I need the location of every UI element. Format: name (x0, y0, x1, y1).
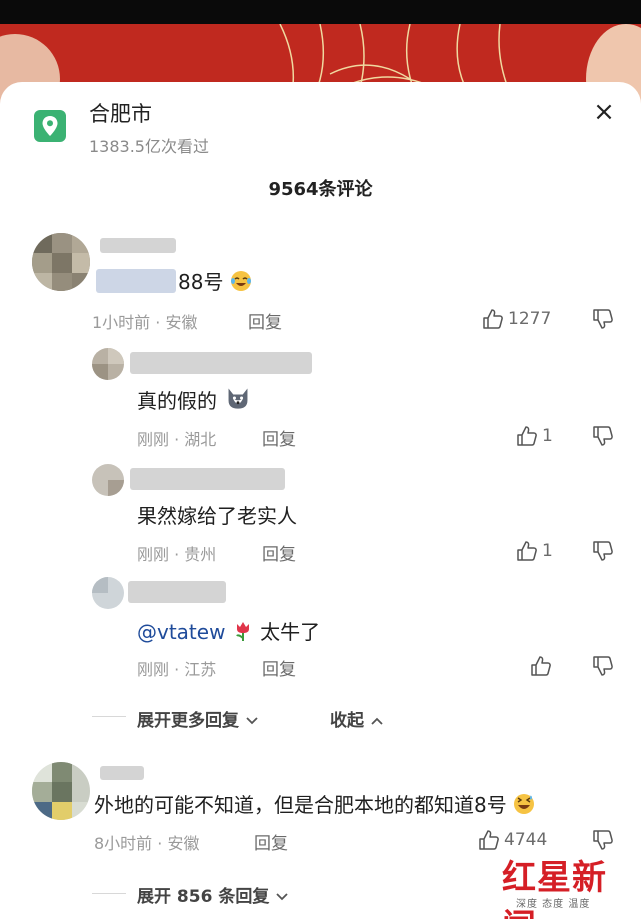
chevron-down-icon (276, 893, 288, 901)
husky-dog-emoji-icon (228, 388, 248, 409)
like-button[interactable]: 1 (516, 540, 553, 562)
avatar[interactable] (92, 577, 124, 609)
thumbs-up-icon (517, 426, 537, 446)
comment-time-location: 1小时前 · 安徽 (92, 313, 198, 332)
expand-more-replies-button[interactable]: 展开更多回复 (137, 706, 259, 731)
thumbs-down-icon[interactable] (592, 425, 614, 447)
like-count: 1 (542, 541, 553, 561)
reply-text: 果然嫁给了老实人 (137, 504, 297, 528)
username-redacted (128, 581, 226, 603)
chevron-down-icon (246, 717, 258, 725)
comment-text: 外地的可能不知道，但是合肥本地的都知道8号 (94, 789, 535, 818)
avatar[interactable] (32, 233, 90, 291)
avatar[interactable] (92, 348, 124, 380)
thumbs-up-icon (517, 541, 537, 561)
avatar[interactable] (92, 464, 124, 496)
laughing-tears-emoji-icon (230, 271, 251, 291)
like-button[interactable]: 1 (516, 425, 553, 447)
like-count: 1277 (508, 309, 552, 329)
like-count: 4744 (504, 830, 548, 850)
like-button[interactable] (530, 655, 552, 677)
reply-time-location: 刚刚 · 江苏 (137, 660, 217, 679)
reply-button[interactable]: 回复 (254, 829, 288, 854)
thumbs-down-icon[interactable] (592, 540, 614, 562)
reply-time-location: 刚刚 · 湖北 (137, 430, 217, 449)
reply-button[interactable]: 回复 (262, 655, 296, 680)
laughing-sweat-emoji-icon (514, 794, 535, 814)
mention-link[interactable]: @vtatew (137, 620, 225, 644)
thumbs-down-icon[interactable] (592, 829, 614, 851)
thumbs-up-icon (479, 830, 499, 850)
reply-text: 真的假的 (137, 385, 253, 414)
close-button[interactable]: × (590, 98, 618, 126)
thumbs-down-icon[interactable] (592, 655, 614, 677)
divider (92, 893, 126, 894)
reply-button[interactable]: 回复 (248, 308, 282, 333)
divider (92, 716, 126, 717)
like-button[interactable]: 4744 (478, 829, 547, 851)
username-redacted (100, 238, 176, 253)
comment-text: 88号 (178, 266, 252, 295)
thumbs-up-icon (483, 309, 503, 329)
location-title[interactable]: 合肥市 (89, 98, 152, 128)
status-bar (0, 0, 641, 24)
reply-text: @vtatew 太牛了 (137, 620, 321, 644)
comment-time-location: 8小时前 · 安徽 (94, 834, 200, 853)
avatar[interactable] (32, 762, 90, 820)
reply-time-location: 刚刚 · 贵州 (137, 545, 217, 564)
username-redacted (100, 766, 144, 780)
reply-button[interactable]: 回复 (262, 540, 296, 565)
thumbs-down-icon[interactable] (592, 308, 614, 330)
reply-button[interactable]: 回复 (262, 425, 296, 450)
tulip-emoji-icon (235, 622, 249, 641)
collapse-replies-button[interactable]: 收起 (330, 706, 384, 731)
thumbs-up-icon (531, 656, 551, 676)
username-redacted (130, 352, 312, 374)
watermark-slogan: 深度 态度 温度 (516, 899, 591, 910)
location-views: 1383.5亿次看过 (89, 137, 209, 156)
comment-count-title: 9564条评论 (268, 179, 373, 200)
expand-replies-button[interactable]: 展开 856 条回复 (137, 882, 289, 907)
comment-text-redacted (96, 269, 176, 293)
username-redacted (130, 468, 285, 490)
location-pin-icon[interactable] (34, 110, 66, 142)
like-count: 1 (542, 426, 553, 446)
chevron-up-icon (371, 717, 383, 725)
like-button[interactable]: 1277 (482, 308, 551, 330)
watermark-logo: 红星新闻 深度 态度 温度 (502, 850, 637, 919)
